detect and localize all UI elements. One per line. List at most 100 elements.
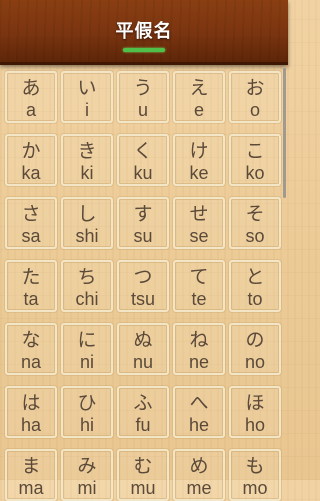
romaji-label: ka bbox=[21, 163, 41, 183]
romaji-label: so bbox=[245, 226, 265, 246]
kana-cell-mo[interactable]: も mo bbox=[229, 449, 281, 501]
kana-cell-ma[interactable]: ま ma bbox=[5, 449, 57, 501]
kana-cell-ko[interactable]: こ ko bbox=[229, 134, 281, 186]
kana-cell-i[interactable]: いi bbox=[61, 71, 113, 123]
romaji-label: ta bbox=[23, 289, 39, 309]
romaji-label: no bbox=[244, 352, 266, 372]
kana-cell-fu[interactable]: ふ fu bbox=[117, 386, 169, 438]
kana-character: そ bbox=[245, 203, 265, 225]
kana-character: も bbox=[245, 455, 265, 477]
kana-character: た bbox=[21, 266, 41, 288]
romaji-label: shi bbox=[75, 226, 99, 246]
kana-character: の bbox=[245, 329, 265, 351]
kana-character: き bbox=[77, 140, 97, 162]
kana-character: と bbox=[245, 266, 265, 288]
kana-character: ほ bbox=[245, 392, 265, 414]
kana-character: お bbox=[245, 77, 265, 99]
kana-character: せ bbox=[189, 203, 209, 225]
romaji-label: tsu bbox=[130, 289, 155, 309]
kana-cell-na[interactable]: な na bbox=[5, 323, 57, 375]
kana-character: ふ bbox=[133, 392, 153, 414]
romaji-label: mi bbox=[77, 478, 97, 498]
kana-cell-tsu[interactable]: つ tsu bbox=[117, 260, 169, 312]
kana-cell-su[interactable]: す su bbox=[117, 197, 169, 249]
kana-cell-ka[interactable]: か ka bbox=[5, 134, 57, 186]
kana-character: は bbox=[21, 392, 41, 414]
kana-cell-shi[interactable]: し shi bbox=[61, 197, 113, 249]
kana-cell-ke[interactable]: け ke bbox=[173, 134, 225, 186]
kana-character: さ bbox=[21, 203, 41, 225]
kana-character: く bbox=[133, 140, 153, 162]
romaji-label: u bbox=[137, 100, 148, 120]
romaji-label: ho bbox=[244, 415, 266, 435]
tab-indicator bbox=[123, 48, 165, 52]
kana-cell-ne[interactable]: ね ne bbox=[173, 323, 225, 375]
kana-character: む bbox=[133, 455, 153, 477]
kana-cell-o[interactable]: おo bbox=[229, 71, 281, 123]
kana-cell-ho[interactable]: ほ ho bbox=[229, 386, 281, 438]
kana-cell-so[interactable]: そ so bbox=[229, 197, 281, 249]
romaji-label: i bbox=[85, 100, 89, 120]
kana-cell-e[interactable]: えe bbox=[173, 71, 225, 123]
romaji-label: te bbox=[191, 289, 207, 309]
kana-character: こ bbox=[245, 140, 265, 162]
kana-character: へ bbox=[189, 392, 209, 414]
romaji-label: nu bbox=[132, 352, 154, 372]
kana-cell-ku[interactable]: く ku bbox=[117, 134, 169, 186]
kana-cell-u[interactable]: うu bbox=[117, 71, 169, 123]
kana-character: け bbox=[189, 140, 209, 162]
kana-cell-a[interactable]: あa bbox=[5, 71, 57, 123]
romaji-label: a bbox=[25, 100, 36, 120]
kana-cell-ta[interactable]: た ta bbox=[5, 260, 57, 312]
romaji-label: se bbox=[189, 226, 209, 246]
kana-cell-sa[interactable]: さ sa bbox=[5, 197, 57, 249]
kana-cell-hi[interactable]: ひ hi bbox=[61, 386, 113, 438]
page-title: 平假名 bbox=[115, 21, 173, 42]
kana-character: あ bbox=[21, 77, 41, 99]
kana-cell-to[interactable]: と to bbox=[229, 260, 281, 312]
kana-character: ち bbox=[77, 266, 97, 288]
kana-character: う bbox=[133, 77, 153, 99]
romaji-label: ni bbox=[79, 352, 94, 372]
kana-cell-chi[interactable]: ち chi bbox=[61, 260, 113, 312]
romaji-label: hi bbox=[79, 415, 94, 435]
romaji-label: me bbox=[186, 478, 212, 498]
romaji-label: ke bbox=[189, 163, 209, 183]
kana-cell-te[interactable]: て te bbox=[173, 260, 225, 312]
kana-cell-mu[interactable]: む mu bbox=[117, 449, 169, 501]
kana-cell-me[interactable]: め me bbox=[173, 449, 225, 501]
kana-cell-ki[interactable]: き ki bbox=[61, 134, 113, 186]
romaji-label: o bbox=[249, 100, 260, 120]
kana-character: い bbox=[77, 77, 97, 99]
romaji-label: ko bbox=[245, 163, 265, 183]
app-header: 平假名 bbox=[0, 0, 288, 65]
kana-character: ひ bbox=[77, 392, 97, 414]
romaji-label: chi bbox=[75, 289, 99, 309]
romaji-label: e bbox=[193, 100, 204, 120]
romaji-label: sa bbox=[21, 226, 41, 246]
romaji-label: mo bbox=[242, 478, 268, 498]
kana-character: に bbox=[77, 329, 97, 351]
romaji-label: to bbox=[247, 289, 263, 309]
scrollbar[interactable] bbox=[283, 68, 286, 198]
romaji-label: ma bbox=[18, 478, 44, 498]
kana-cell-ha[interactable]: は ha bbox=[5, 386, 57, 438]
kana-cell-ni[interactable]: に ni bbox=[61, 323, 113, 375]
kana-cell-se[interactable]: せ se bbox=[173, 197, 225, 249]
kana-cell-he[interactable]: へ he bbox=[173, 386, 225, 438]
romaji-label: ki bbox=[80, 163, 94, 183]
kana-character: つ bbox=[133, 266, 153, 288]
kana-cell-mi[interactable]: み mi bbox=[61, 449, 113, 501]
romaji-label: su bbox=[133, 226, 153, 246]
kana-character: ま bbox=[21, 455, 41, 477]
romaji-label: ne bbox=[188, 352, 210, 372]
kana-character: か bbox=[21, 140, 41, 162]
kana-character: え bbox=[189, 77, 209, 99]
kana-character: す bbox=[133, 203, 153, 225]
kana-cell-no[interactable]: の no bbox=[229, 323, 281, 375]
kana-cell-nu[interactable]: ぬ nu bbox=[117, 323, 169, 375]
romaji-label: na bbox=[20, 352, 42, 372]
romaji-label: ku bbox=[133, 163, 153, 183]
kana-grid: あ a い i う u え e お o か ka き ki く ku け ke こ ko さ sa し shi す su せ se そ s… bbox=[5, 71, 281, 501]
kana-character: ぬ bbox=[133, 329, 153, 351]
